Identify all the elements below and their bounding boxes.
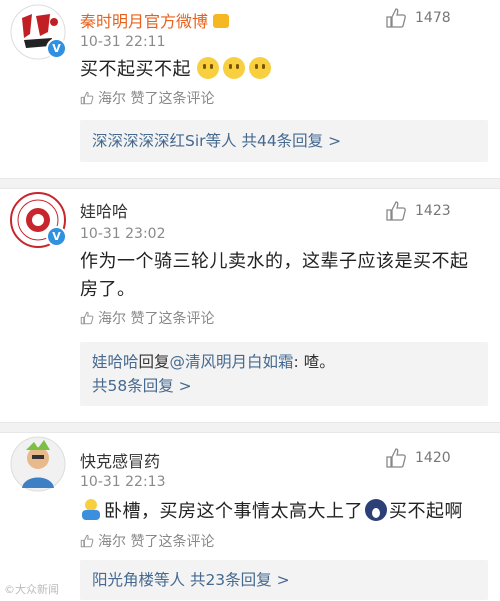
thumbs-up-small-icon <box>80 311 94 325</box>
comment-1: V 秦时明月官方微博 10-31 22:11 1478 买不起买不起 海尔 赞了… <box>0 0 500 180</box>
thumbs-up-icon <box>386 201 406 221</box>
avatar[interactable]: V <box>10 192 67 248</box>
timestamp: 10-31 22:11 <box>80 34 166 50</box>
reply-summary[interactable]: 阳光角楼等人 共23条回复 > <box>80 560 488 600</box>
verified-badge-icon: V <box>46 226 67 247</box>
comment-text: 作为一个骑三轮儿卖水的，这辈子应该是买不起房了。 <box>80 251 469 300</box>
thumbs-up-icon <box>386 448 406 468</box>
reply-preview[interactable]: 娃哈哈回复@清风明月白如霜: 喳。 共58条回复 > <box>80 342 488 406</box>
crown-icon <box>213 14 230 28</box>
shrug-emoji-icon <box>80 499 102 521</box>
reply-count-link[interactable]: 共58条回复 > <box>92 374 476 398</box>
reply-line: 娃哈哈回复@清风明月白如霜: 喳。 <box>92 353 335 371</box>
like-button[interactable]: 1478 <box>385 6 451 30</box>
thumbs-up-small-icon <box>80 534 94 548</box>
username[interactable]: 秦时明月官方微博 <box>80 8 230 32</box>
verified-badge-icon: V <box>46 38 67 59</box>
reply-mention[interactable]: @清风明月白如霜 <box>170 353 294 371</box>
comment-3: 快克感冒药 10-31 22:13 1420 卧槽，买房这个事情太高大上了 买不… <box>0 432 500 601</box>
thumbs-up-icon <box>386 8 406 28</box>
like-count: 1478 <box>415 10 451 26</box>
comment-text: 买不起买不起 <box>80 56 485 84</box>
thumbs-up-small-icon <box>80 91 94 105</box>
comment-2: V 娃哈哈 10-31 23:02 1423 作为一个骑三轮儿卖水的，这辈子应该… <box>0 188 500 424</box>
liked-by: 海尔 赞了这条评论 <box>80 531 214 551</box>
comment-text: 卧槽，买房这个事情太高大上了 买不起啊 <box>80 498 485 526</box>
scream-emoji-icon <box>365 499 387 521</box>
timestamp: 10-31 23:02 <box>80 226 166 242</box>
avatar-image <box>10 436 66 492</box>
timestamp: 10-31 22:13 <box>80 474 166 490</box>
like-button[interactable]: 1423 <box>385 199 451 223</box>
reply-author[interactable]: 娃哈哈 <box>92 353 139 371</box>
liked-by: 海尔 赞了这条评论 <box>80 308 214 328</box>
reply-summary[interactable]: 深深深深深红Sir等人 共44条回复 > <box>80 120 488 162</box>
watermark: ©大众新闻 <box>4 583 59 596</box>
like-count: 1423 <box>415 203 451 219</box>
avatar[interactable] <box>10 436 66 492</box>
liked-by: 海尔 赞了这条评论 <box>80 88 214 108</box>
like-button[interactable]: 1420 <box>385 446 451 470</box>
like-count: 1420 <box>415 450 451 466</box>
pensive-face-emoji-icon <box>249 57 272 79</box>
avatar[interactable]: V <box>10 4 67 60</box>
pensive-face-emoji-icon <box>197 57 220 79</box>
username[interactable]: 娃哈哈 <box>80 198 128 222</box>
username[interactable]: 快克感冒药 <box>80 448 160 472</box>
pensive-face-emoji-icon <box>223 57 246 79</box>
